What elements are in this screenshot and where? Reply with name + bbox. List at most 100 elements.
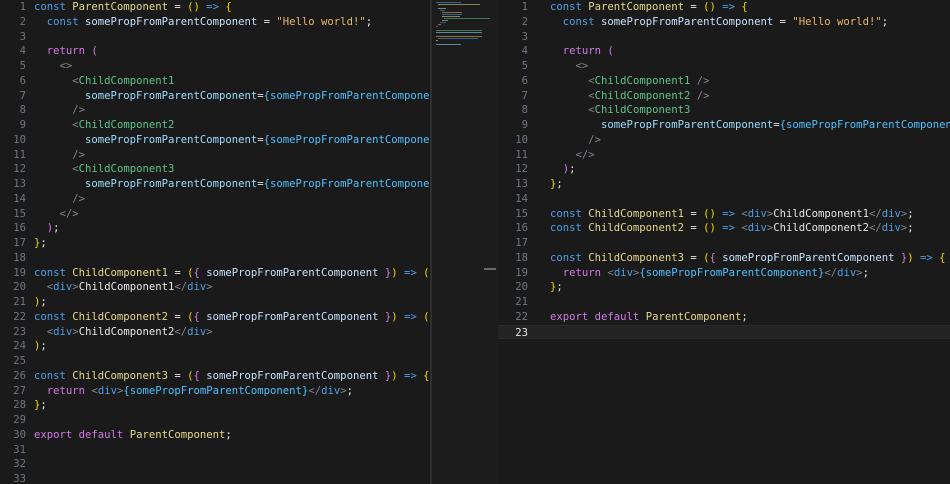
code-line[interactable]: 3: [498, 30, 950, 45]
code-text[interactable]: <ChildComponent1 />: [550, 74, 709, 89]
code-line[interactable]: 20};: [498, 280, 950, 295]
code-text[interactable]: );: [550, 162, 576, 177]
code-text[interactable]: <ChildComponent2 />: [550, 89, 709, 104]
code-text[interactable]: };: [34, 236, 47, 251]
code-text[interactable]: somePropFromParentComponent={somePropFro…: [34, 133, 430, 148]
code-line[interactable]: 6 <ChildComponent1: [0, 74, 430, 89]
code-text[interactable]: return (: [550, 44, 614, 59]
code-line[interactable]: 4 return (: [0, 44, 430, 59]
code-text[interactable]: />: [34, 148, 85, 163]
code-line[interactable]: 22 const ChildComponent2 = ({ somePropFro…: [0, 310, 430, 325]
code-text[interactable]: <ChildComponent3: [34, 162, 174, 177]
code-text[interactable]: );: [34, 339, 47, 354]
code-text[interactable]: <ChildComponent3: [550, 103, 690, 118]
code-line[interactable]: 10 />: [498, 133, 950, 148]
code-text[interactable]: />: [34, 103, 85, 118]
code-text[interactable]: const ChildComponent3 = ({ somePropFromP…: [34, 369, 430, 384]
code-text[interactable]: const ChildComponent1 = ({ somePropFromP…: [34, 266, 430, 281]
code-text[interactable]: };: [550, 177, 563, 192]
code-line[interactable]: 4 return (: [498, 44, 950, 59]
code-line[interactable]: 30 export default ParentComponent;: [0, 428, 430, 443]
code-line[interactable]: 15 const ChildComponent1 = () => <div>Chi…: [498, 207, 950, 222]
code-line[interactable]: 5 <>: [0, 59, 430, 74]
code-text[interactable]: return <div>{somePropFromParentComponent…: [550, 266, 869, 281]
code-line[interactable]: 12 <ChildComponent3: [0, 162, 430, 177]
code-line[interactable]: 28};: [0, 398, 430, 413]
code-line[interactable]: 2 const somePropFromParentComponent = "H…: [0, 15, 430, 30]
right-editor-pane[interactable]: 1 const ParentComponent = () => {2 const …: [498, 0, 950, 484]
code-line[interactable]: 17};: [0, 236, 430, 251]
code-line[interactable]: 31: [0, 443, 430, 458]
code-line[interactable]: 18 const ChildComponent3 = ({ somePropFro…: [498, 251, 950, 266]
code-text[interactable]: <ChildComponent1: [34, 74, 174, 89]
code-line[interactable]: 29: [0, 413, 430, 428]
code-text[interactable]: <>: [550, 59, 589, 74]
code-line[interactable]: 19 const ChildComponent1 = ({ somePropFro…: [0, 266, 430, 281]
code-text[interactable]: </>: [34, 207, 79, 222]
code-line[interactable]: 8 />: [0, 103, 430, 118]
code-text[interactable]: return <div>{somePropFromParentComponent…: [34, 384, 353, 399]
code-line[interactable]: 24);: [0, 339, 430, 354]
scrollbar-thumb[interactable]: [484, 268, 496, 270]
code-line[interactable]: 2 const somePropFromParentComponent = "H…: [498, 15, 950, 30]
code-line[interactable]: 12 );: [498, 162, 950, 177]
code-text[interactable]: return (: [34, 44, 98, 59]
code-text[interactable]: const ChildComponent3 = ({ somePropFromP…: [550, 251, 946, 266]
code-line[interactable]: 15 </>: [0, 207, 430, 222]
code-text[interactable]: </>: [550, 148, 595, 163]
code-line[interactable]: 16 );: [0, 221, 430, 236]
code-text[interactable]: export default ParentComponent;: [550, 310, 748, 325]
code-text[interactable]: const somePropFromParentComponent = "Hel…: [34, 15, 372, 30]
code-line[interactable]: 16 const ChildComponent2 = () => <div>Chi…: [498, 221, 950, 236]
code-text[interactable]: somePropFromParentComponent={somePropFro…: [34, 177, 430, 192]
code-line[interactable]: 23 <div>ChildComponent2</div>: [0, 325, 430, 340]
minimap[interactable]: [432, 0, 499, 484]
code-text[interactable]: export default ParentComponent;: [34, 428, 232, 443]
code-text[interactable]: somePropFromParentComponent={somePropFro…: [34, 89, 430, 104]
code-text[interactable]: const ChildComponent1 = () => <div>Child…: [550, 207, 914, 222]
code-line[interactable]: 9 somePropFromParentComponent={somePropF…: [498, 118, 950, 133]
code-line[interactable]: 1 const ParentComponent = () => {: [0, 0, 430, 15]
code-text[interactable]: };: [550, 280, 563, 295]
code-line[interactable]: 23: [498, 324, 950, 340]
code-line[interactable]: 22 export default ParentComponent;: [498, 310, 950, 325]
code-text[interactable]: <div>ChildComponent2</div>: [34, 325, 213, 340]
code-text[interactable]: somePropFromParentComponent={somePropFro…: [550, 118, 950, 133]
code-text[interactable]: <ChildComponent2: [34, 118, 174, 133]
code-line[interactable]: 5 <>: [498, 59, 950, 74]
code-line[interactable]: 21: [498, 295, 950, 310]
code-line[interactable]: 18: [0, 251, 430, 266]
code-line[interactable]: 7 somePropFromParentComponent={somePropF…: [0, 89, 430, 104]
code-line[interactable]: 6 <ChildComponent1 />: [498, 74, 950, 89]
code-line[interactable]: 7 <ChildComponent2 />: [498, 89, 950, 104]
code-line[interactable]: 1 const ParentComponent = () => {: [498, 0, 950, 15]
code-text[interactable]: <>: [34, 59, 73, 74]
code-line[interactable]: 27 return <div>{somePropFromParentCompon…: [0, 384, 430, 399]
code-text[interactable]: );: [34, 295, 47, 310]
code-text[interactable]: };: [34, 398, 47, 413]
code-line[interactable]: 14: [498, 192, 950, 207]
code-line[interactable]: 20 <div>ChildComponent1</div>: [0, 280, 430, 295]
code-text[interactable]: <div>ChildComponent1</div>: [34, 280, 213, 295]
code-text[interactable]: const somePropFromParentComponent = "Hel…: [550, 15, 888, 30]
code-line[interactable]: 13};: [498, 177, 950, 192]
code-text[interactable]: />: [550, 133, 601, 148]
code-line[interactable]: 11 </>: [498, 148, 950, 163]
code-text[interactable]: const ChildComponent2 = () => <div>Child…: [550, 221, 914, 236]
code-text[interactable]: const ChildComponent2 = ({ somePropFromP…: [34, 310, 430, 325]
code-line[interactable]: 17: [498, 236, 950, 251]
code-line[interactable]: 33: [0, 472, 430, 484]
code-line[interactable]: 13 somePropFromParentComponent={someProp…: [0, 177, 430, 192]
code-line[interactable]: 19 return <div>{somePropFromParentCompon…: [498, 266, 950, 281]
code-line[interactable]: 14 />: [0, 192, 430, 207]
code-line[interactable]: 3: [0, 30, 430, 45]
code-text[interactable]: );: [34, 221, 60, 236]
code-text[interactable]: />: [34, 192, 85, 207]
left-editor-pane[interactable]: 1 const ParentComponent = () => {2 const …: [0, 0, 430, 484]
code-line[interactable]: 11 />: [0, 148, 430, 163]
code-line[interactable]: 25: [0, 354, 430, 369]
code-text[interactable]: const ParentComponent = () => {: [550, 0, 748, 15]
code-line[interactable]: 26 const ChildComponent3 = ({ somePropFro…: [0, 369, 430, 384]
code-line[interactable]: 21);: [0, 295, 430, 310]
code-line[interactable]: 8 <ChildComponent3: [498, 103, 950, 118]
